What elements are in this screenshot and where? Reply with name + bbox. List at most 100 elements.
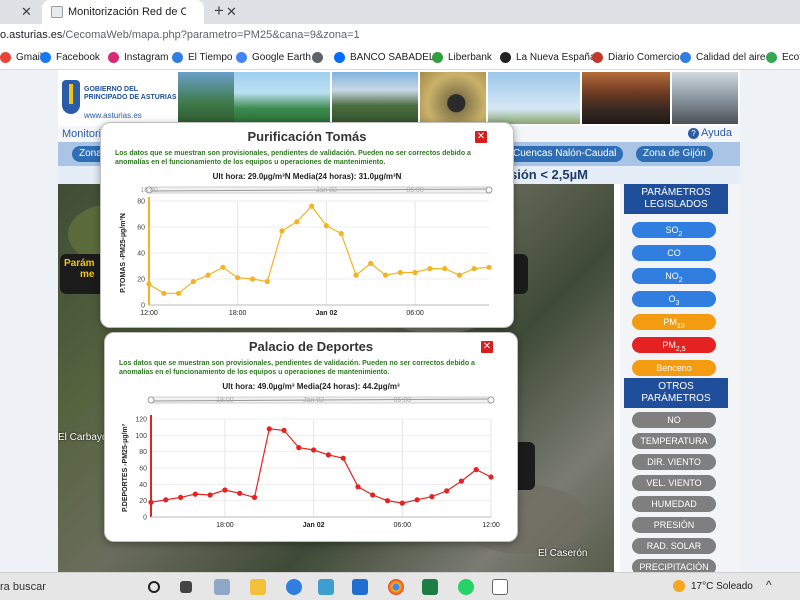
data-point[interactable] [311,447,317,453]
data-point[interactable] [370,492,376,498]
data-point[interactable] [412,269,418,276]
param-button-pm25[interactable]: PM2,5 [632,337,716,353]
document-icon[interactable] [492,579,508,595]
data-point[interactable] [205,272,211,278]
bookmark-banco-sabadell[interactable]: BANCO SABADELL [334,52,440,63]
data-point[interactable] [264,279,270,285]
bookmark-la-nueva-espa-a[interactable]: La Nueva España [500,52,596,63]
data-point[interactable] [399,500,405,506]
map-station-sign[interactable]: Parám me [60,254,104,294]
data-point[interactable] [353,272,359,278]
data-point[interactable] [237,490,243,496]
data-point[interactable] [382,272,389,278]
bookmark-facebook[interactable]: Facebook [40,52,100,63]
monitorizacion-link[interactable]: Monitori [62,128,101,140]
data-point[interactable] [473,467,479,473]
data-point[interactable] [192,491,198,497]
taskbar-weather[interactable]: 17°C Soleado [673,580,753,592]
data-point[interactable] [294,219,300,225]
data-point[interactable] [325,452,331,458]
edge-icon[interactable] [286,579,302,595]
other-param-button-vel-viento[interactable]: VEL. VIENTO [632,475,716,491]
data-point[interactable] [471,266,477,272]
navigator-handle-right[interactable] [485,186,493,194]
data-point[interactable] [488,474,494,480]
other-param-button-temperatura[interactable]: TEMPERATURA [632,433,716,449]
widgets-icon[interactable] [214,579,230,595]
param-button-no2[interactable]: NO2 [632,268,716,284]
start-circle-icon[interactable] [148,581,160,593]
data-point[interactable] [207,492,213,498]
data-point[interactable] [249,276,256,282]
data-point[interactable] [442,266,448,272]
data-point[interactable] [384,498,391,504]
task-view-icon[interactable] [180,581,192,593]
previous-tab-close-icon[interactable]: ✕ [21,4,32,20]
data-point[interactable] [397,269,403,276]
other-param-button-presi-n[interactable]: PRESIÓN [632,517,716,533]
bookmark-diario-comercio[interactable]: Diario Comercio [592,52,680,63]
param-button-pm10[interactable]: PM10 [632,314,716,330]
data-point[interactable] [148,499,154,505]
param-button-co[interactable]: CO [632,245,716,261]
other-param-button-precipitaci-n[interactable]: PRECIPITACIÓN [632,559,716,572]
tab-close-icon[interactable]: ✕ [226,4,237,20]
data-point[interactable] [163,497,169,503]
data-point[interactable] [161,290,167,296]
navigator-handle-right[interactable] [487,396,495,404]
browser-tab-active[interactable]: Monitorización Red de Calidad d ✕ [42,0,237,24]
data-point[interactable] [486,264,492,270]
bookmark-gmail[interactable]: Gmail [0,52,42,63]
excel-icon[interactable] [422,579,438,595]
zone-button-nalon-caudal[interactable]: Cuencas Nalón-Caudal [506,146,624,162]
data-point[interactable] [458,478,464,484]
data-point[interactable] [368,260,374,266]
data-point[interactable] [340,455,346,461]
taskbar-search[interactable]: ra buscar [0,581,46,593]
data-point[interactable] [279,228,285,234]
data-point[interactable] [414,497,420,503]
popup-close-icon[interactable]: ✕ [481,341,493,353]
param-button-o3[interactable]: O3 [632,291,716,307]
data-point[interactable] [456,272,462,278]
address-bar[interactable]: o.asturias.es/CecomaWeb/mapa.php?paramet… [0,24,800,48]
file-explorer-icon[interactable] [250,579,266,595]
param-button-so2[interactable]: SO2 [632,222,716,238]
data-point[interactable] [266,426,272,432]
popup-close-icon[interactable]: ✕ [475,131,487,143]
data-point[interactable] [251,494,258,500]
other-param-button-humedad[interactable]: HUMEDAD [632,496,716,512]
data-point[interactable] [178,494,184,500]
bookmark-ecoti[interactable]: Ecoti [766,52,800,63]
data-point[interactable] [220,264,226,270]
param-button-benceno[interactable]: Benceno [632,360,716,376]
data-point[interactable] [427,266,433,272]
pm25-chart-palacio-deportes[interactable]: 18:00 Jan 02 06:00 0 20 40 60 80 100 120 18:00 Jan … [105,393,518,542]
data-point[interactable] [355,484,361,490]
data-point[interactable] [338,230,344,237]
system-tray-chevron-icon[interactable]: ^ [766,578,772,592]
bookmark-liberbank[interactable]: Liberbank [432,52,492,63]
bookmark-calidad-del-aire[interactable]: Calidad del aire [680,52,766,63]
logo-site-link[interactable]: www.asturias.es [84,111,142,120]
other-param-button-no[interactable]: NO [632,412,716,428]
outlook-icon[interactable] [352,579,368,595]
data-point[interactable] [309,203,315,209]
pm25-chart-purificacion-tomas[interactable]: 18:00 Jan 02 06:00 0 20 40 60 80 12:00 18:00 Jan 0… [101,183,514,328]
data-point[interactable] [235,275,241,281]
zone-button-gijon[interactable]: Zona de Gijón [636,146,713,162]
help-link[interactable]: ? Ayuda [688,127,732,139]
data-point[interactable] [323,223,329,229]
data-point[interactable] [429,494,435,500]
bookmark-globe[interactable] [312,52,328,63]
new-tab-button[interactable]: + [214,1,224,21]
other-param-button-rad-solar[interactable]: RAD. SOLAR [632,538,716,554]
other-param-button-dir-viento[interactable]: DIR. VIENTO [632,454,716,470]
store-icon[interactable] [318,579,334,595]
bookmark-google-earth[interactable]: Google Earth [236,52,311,63]
data-point[interactable] [296,445,302,451]
navigator-handle-left[interactable] [147,396,155,404]
data-point[interactable] [222,487,228,493]
data-point[interactable] [190,279,196,285]
data-point[interactable] [146,281,152,287]
